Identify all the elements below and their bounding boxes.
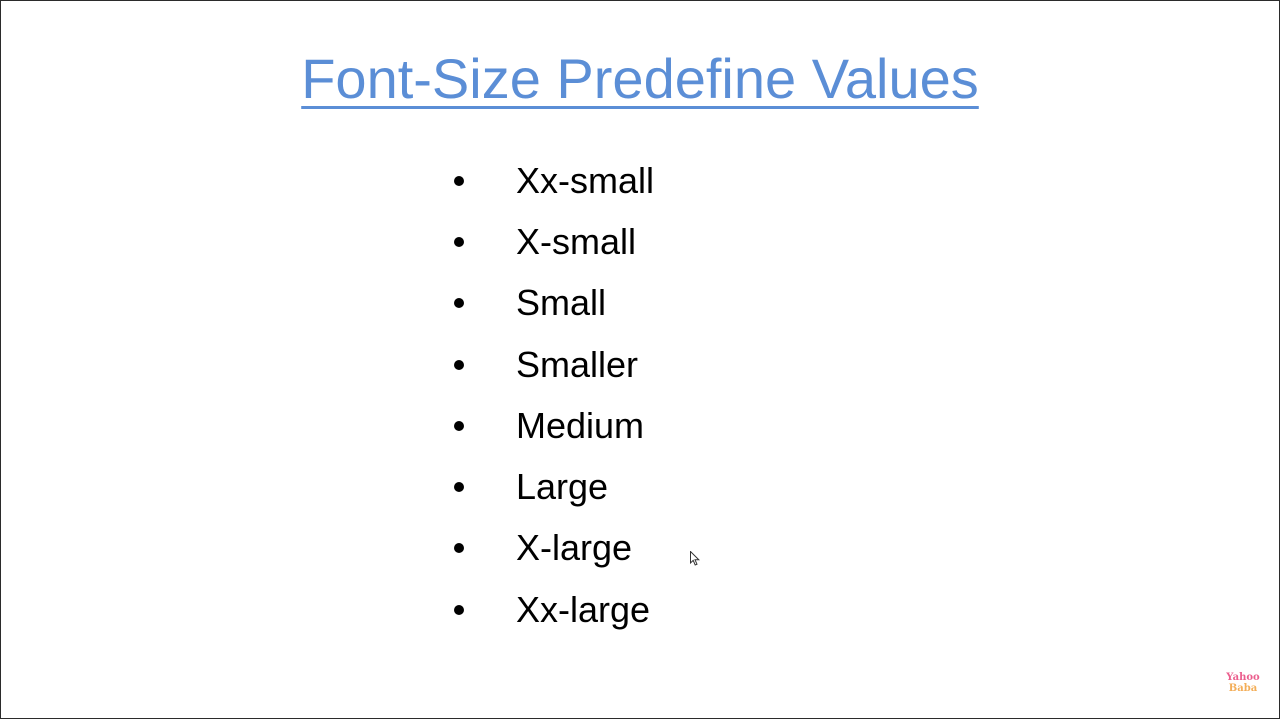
bullet-icon bbox=[454, 175, 464, 186]
slide-title: Font-Size Predefine Values bbox=[301, 47, 979, 110]
bullet-icon bbox=[454, 359, 464, 370]
list-item-label: X-small bbox=[516, 220, 637, 262]
list-item-label: X-large bbox=[516, 527, 633, 569]
logo-line-1: Yahoo bbox=[1226, 672, 1260, 683]
list-item-label: Smaller bbox=[516, 343, 639, 385]
list-item-label: Large bbox=[516, 466, 609, 508]
list-item-label: Xx-small bbox=[516, 159, 655, 201]
bullet-icon bbox=[454, 482, 464, 493]
bullet-icon bbox=[454, 543, 464, 554]
bullet-icon bbox=[454, 420, 464, 431]
channel-logo: Yahoo Baba bbox=[1225, 672, 1261, 694]
bullet-icon bbox=[454, 604, 464, 615]
list-item-label: Small bbox=[516, 282, 607, 324]
logo-line-2: Baba bbox=[1228, 683, 1258, 694]
presentation-slide: Font-Size Predefine Values Xx-small X-sm… bbox=[0, 0, 1280, 719]
list-item-label: Medium bbox=[516, 404, 645, 446]
list-item-label: Xx-large bbox=[516, 588, 651, 630]
mouse-pointer-icon bbox=[690, 551, 700, 566]
bullet-icon bbox=[454, 298, 464, 309]
bullet-icon bbox=[454, 236, 464, 247]
